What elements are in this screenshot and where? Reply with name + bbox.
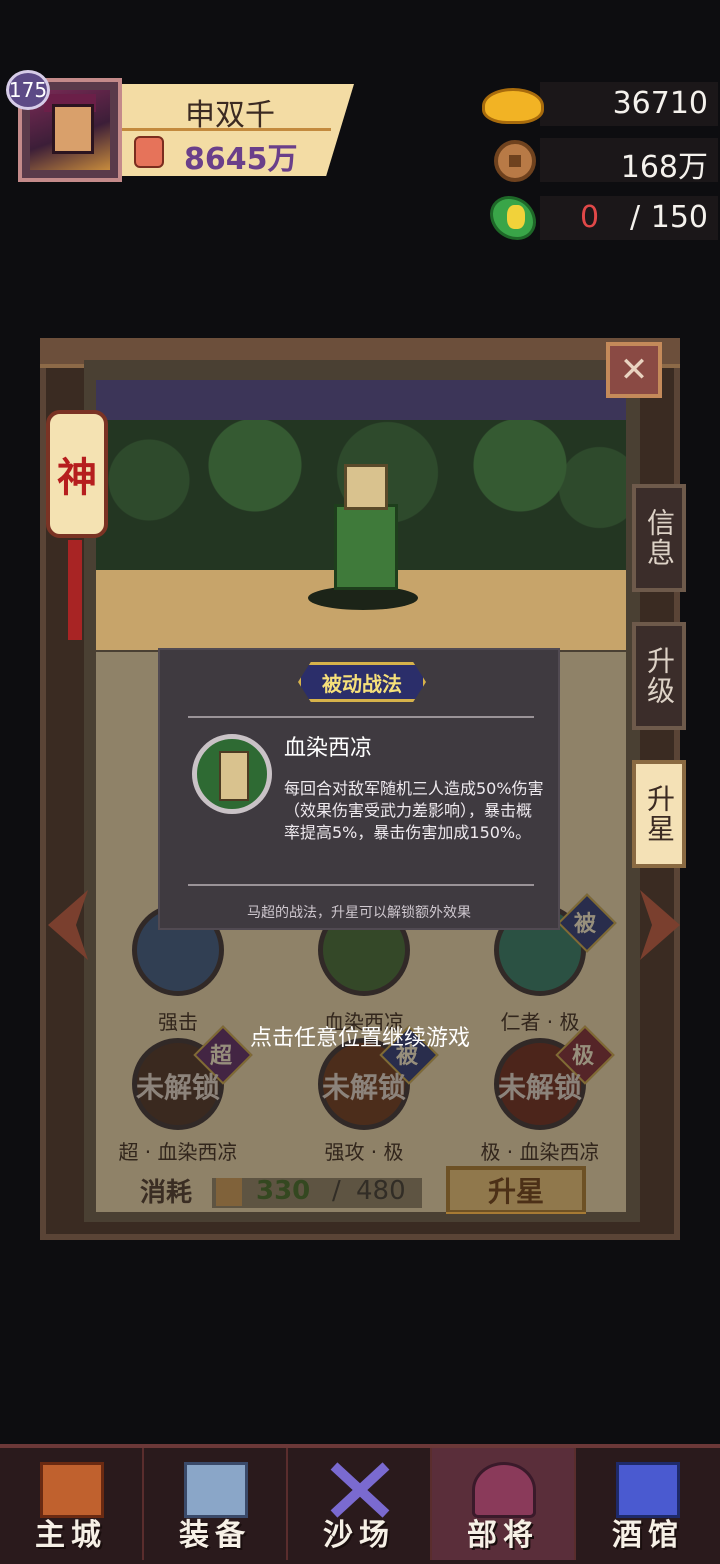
player-name: 申双千	[185, 98, 275, 133]
hero-sprite	[308, 460, 418, 610]
popup-note: 马超的战法，升星可以解锁额外效果	[247, 905, 471, 921]
close-button[interactable]: ✕	[606, 342, 662, 398]
nav-label: 酒馆	[612, 1518, 684, 1553]
skill-name: 血染西凉	[284, 736, 373, 761]
stamina-current: 0	[580, 200, 600, 235]
nav-label: 部将	[467, 1518, 539, 1553]
coin-amount: 168万	[620, 150, 708, 185]
gold-amount: 36710	[612, 86, 708, 121]
coin-resource-bar[interactable]: 168万	[540, 138, 718, 185]
tap-to-continue-hint[interactable]: 点击任意位置继续游戏	[150, 1020, 570, 1052]
nav-tavern[interactable]: 酒馆	[576, 1448, 720, 1560]
nav-label: 沙场	[323, 1518, 395, 1553]
stamina-max: 150	[650, 200, 708, 235]
nav-equipment[interactable]: 装备	[144, 1448, 288, 1560]
skill-description: 每回合对敌军随机三人造成50%伤害（效果伤害受武力差影响），暴击概率提高5%，暴…	[284, 779, 544, 842]
player-level-badge: 175	[6, 70, 50, 110]
nav-generals[interactable]: 部将	[432, 1448, 576, 1560]
popup-divider	[188, 884, 534, 886]
hero-scene	[96, 380, 626, 650]
tab-info[interactable]: 信息	[632, 484, 686, 592]
nav-label: 主城	[35, 1518, 107, 1553]
stamina-separator: /	[630, 200, 641, 235]
gold-ingot-icon	[482, 88, 544, 124]
stamina-leaf-icon	[490, 196, 536, 240]
player-power: 8645万	[184, 142, 298, 177]
stamina-resource-bar[interactable]: 0 / 150	[540, 196, 718, 240]
gold-resource-bar[interactable]: 36710	[540, 82, 718, 126]
rank-lantern: 神	[46, 410, 108, 538]
tab-upgrade[interactable]: 升级	[632, 622, 686, 730]
nav-label: 装备	[179, 1518, 251, 1553]
popup-divider	[188, 716, 534, 718]
nav-battlefield[interactable]: 沙场	[288, 1448, 432, 1560]
popup-title: 被动战法	[298, 662, 426, 702]
lantern-tassel	[68, 540, 82, 640]
nav-main-city[interactable]: 主城	[0, 1448, 144, 1560]
skill-portrait-icon	[192, 734, 272, 814]
tab-star-up[interactable]: 升星	[632, 760, 686, 868]
copper-coin-icon	[494, 140, 536, 182]
fist-power-icon	[134, 136, 164, 168]
